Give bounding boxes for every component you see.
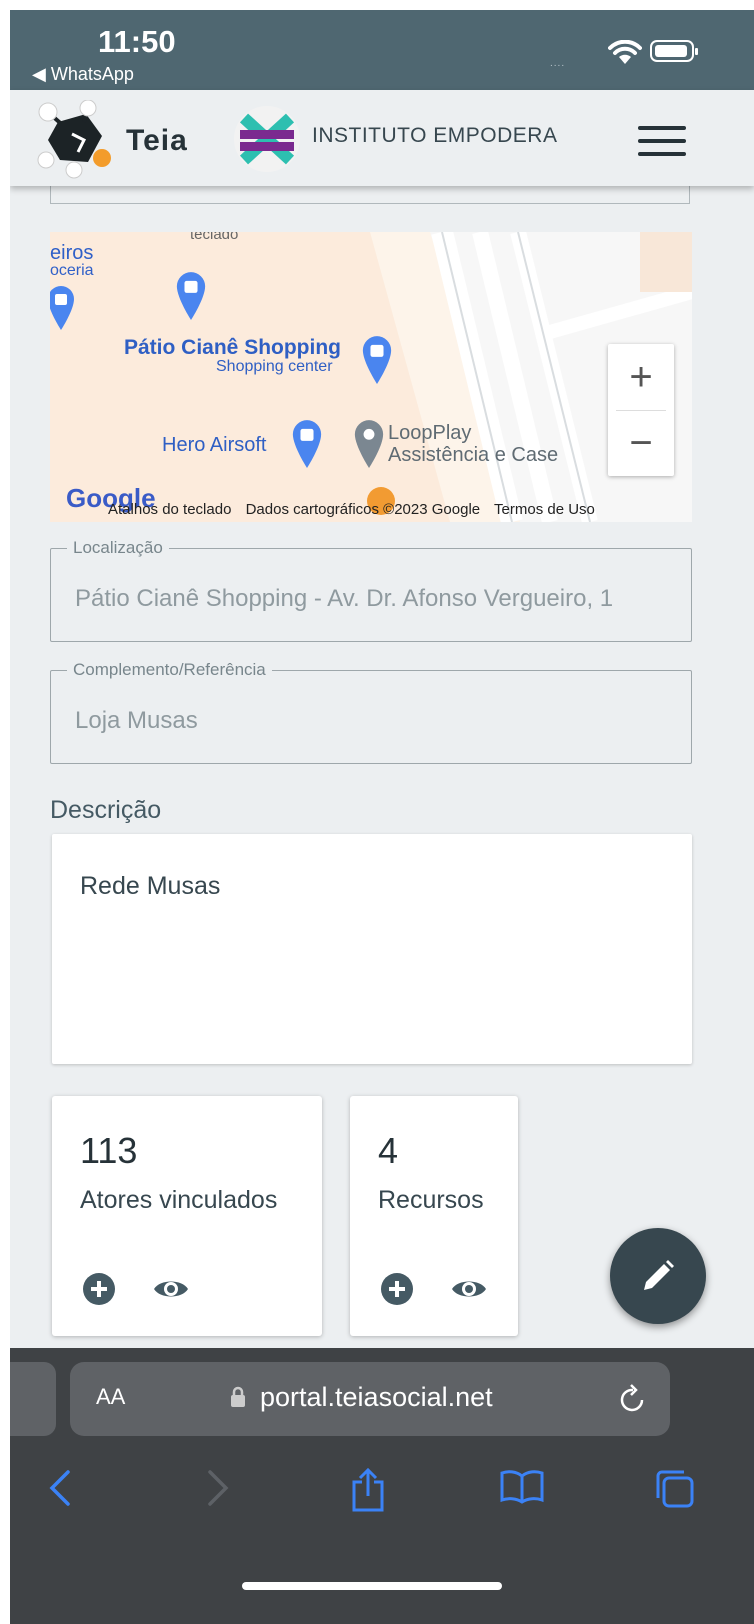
shopping-pin-icon[interactable] [50,284,76,330]
reader-settings-button[interactable]: AA [96,1384,125,1410]
status-time: 11:50 [98,24,176,59]
cellular-signal-icon: .... [550,58,566,69]
home-indicator[interactable] [242,1582,502,1590]
map-credits: Atalhos do teclado Dados cartográficos ©… [108,501,605,518]
map-label-partial-left-2: oceria [50,262,94,279]
linked-actors-card: 113 Atores vinculados [52,1096,322,1336]
add-circle-icon[interactable] [380,1272,414,1306]
edit-fab-button[interactable] [610,1228,706,1324]
address-bar[interactable]: AA portal.teiasocial.net [70,1362,670,1436]
add-circle-icon[interactable] [82,1272,116,1306]
map-label-hero-airsoft[interactable]: Hero Airsoft [162,434,266,457]
browser-toolbar: AA portal.teiasocial.net [10,1348,754,1624]
resources-count: 4 [378,1130,399,1171]
location-label: Localização [67,538,169,558]
description-text: Rede Musas [80,872,221,900]
previous-tab-preview[interactable] [10,1362,56,1436]
lock-icon [231,1386,245,1407]
reload-icon[interactable] [618,1382,648,1414]
map-view[interactable]: teclado eiros oceria Pátio Cianê Shoppin… [50,232,692,522]
status-bar: 11:50 ◀ WhatsApp .... [10,10,754,90]
instituto-empodera-logo-icon [234,106,300,172]
forward-chevron-icon[interactable] [206,1468,230,1508]
eye-view-icon[interactable] [450,1276,488,1302]
app-header: Teia INSTITUTO EMPODERA [10,90,754,186]
battery-icon [650,40,698,62]
wifi-icon [608,40,642,64]
zoom-out-button[interactable]: − [608,410,674,476]
map-zoom-control: + − [608,344,674,476]
location-value: Pátio Cianê Shopping - Av. Dr. Afonso Ve… [75,585,614,612]
app-name: Teia [126,124,188,157]
shopping-pin-icon[interactable] [290,418,324,468]
location-field[interactable]: Localização Pátio Cianê Shopping - Av. D… [50,538,692,642]
hamburger-menu-icon[interactable] [638,126,686,160]
back-to-whatsapp-link[interactable]: ◀ WhatsApp [32,64,134,85]
browser-nav-row [10,1458,754,1528]
map-label-partial: teclado [190,232,239,243]
url-text: portal.teiasocial.net [260,1382,493,1412]
share-icon[interactable] [350,1468,386,1512]
linked-actors-label: Atores vinculados [80,1186,278,1214]
map-label-shopping[interactable]: Pátio Cianê Shopping [124,336,341,360]
linked-actors-count: 113 [80,1130,138,1171]
terms-of-use-link[interactable]: Termos de Uso [494,501,595,518]
description-label: Descrição [50,796,162,824]
back-chevron-icon[interactable] [48,1468,72,1508]
keyboard-shortcuts-link[interactable]: Atalhos do teclado [108,501,231,518]
place-pin-icon[interactable] [352,418,386,468]
eye-view-icon[interactable] [152,1276,190,1302]
phone-screen: 11:50 ◀ WhatsApp .... Teia INSTITUTO EMP… [10,10,754,1624]
map-label-loopplay-2: Assistência e Case [388,444,559,466]
shopping-pin-icon[interactable] [174,270,208,320]
map-label-loopplay[interactable]: LoopPlay [388,422,471,445]
teia-logo-icon [37,100,111,179]
map-label-shopping-type: Shopping center [216,358,333,375]
map-data-credit: Dados cartográficos ©2023 Google [245,501,481,518]
zoom-in-button[interactable]: + [608,344,674,410]
complement-field[interactable]: Complemento/Referência Loja Musas [50,660,692,764]
shopping-pin-icon[interactable] [360,334,394,384]
organization-name: INSTITUTO EMPODERA [312,124,558,147]
description-box[interactable]: Rede Musas [52,834,692,1064]
pencil-edit-icon [644,1260,674,1290]
tabs-icon[interactable] [654,1468,694,1508]
resources-card: 4 Recursos [350,1096,518,1336]
bookmarks-book-icon[interactable] [500,1468,544,1504]
resources-label: Recursos [378,1186,484,1214]
complement-label: Complemento/Referência [67,660,272,680]
complement-value: Loja Musas [75,707,198,734]
